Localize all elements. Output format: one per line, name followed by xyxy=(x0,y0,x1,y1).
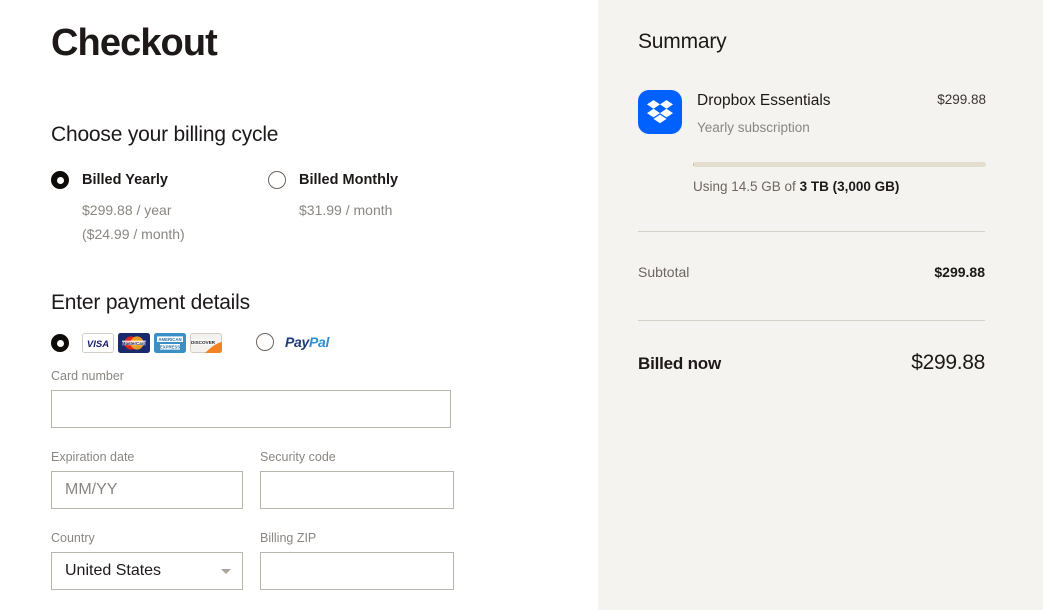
country-label: Country xyxy=(51,531,95,545)
discover-icon: DISCOVER xyxy=(190,333,222,353)
billing-option-monthly[interactable]: Billed Monthly $31.99 / month xyxy=(268,169,398,221)
radio-monthly-unselected-icon[interactable] xyxy=(268,171,286,189)
billing-option-monthly-row[interactable]: Billed Monthly xyxy=(268,169,398,191)
expiration-label: Expiration date xyxy=(51,450,135,464)
radio-yearly-selected-icon[interactable] xyxy=(51,171,69,189)
paypal-logo-pal: Pal xyxy=(309,334,330,350)
storage-usage-total: 3 TB (3,000 GB) xyxy=(799,179,900,194)
security-code-label: Security code xyxy=(260,450,336,464)
country-select-value[interactable]: United States xyxy=(51,552,243,590)
radio-card-selected-icon[interactable] xyxy=(51,334,69,352)
summary-plan-price: $299.88 xyxy=(937,92,986,107)
billing-cycle-heading: Choose your billing cycle xyxy=(51,123,279,146)
billing-option-yearly-note: ($24.99 / month) xyxy=(82,226,185,242)
summary-billed-now-value: $299.88 xyxy=(911,351,985,374)
summary-divider-top xyxy=(638,231,985,232)
billing-cycle-options: Billed Yearly $299.88 / year ($24.99 / m… xyxy=(51,169,521,279)
billing-zip-group: Billing ZIP xyxy=(260,530,454,590)
summary-billed-now-row: Billed now $299.88 xyxy=(638,351,985,375)
storage-usage-bar xyxy=(693,162,986,167)
dropbox-logo-icon xyxy=(638,90,682,134)
card-number-input[interactable] xyxy=(51,390,451,428)
country-select[interactable]: United States xyxy=(51,552,243,590)
expiration-security-row: Expiration date Security code xyxy=(51,449,521,509)
payment-method-paypal[interactable]: PayPal xyxy=(256,333,329,351)
radio-paypal-unselected-icon[interactable] xyxy=(256,333,274,351)
payment-method-card[interactable]: VISA MasterCard AMERICAN EXPRESS DISCOVE… xyxy=(51,333,222,353)
billing-option-yearly-price: $299.88 / year xyxy=(82,202,172,218)
mastercard-icon: MasterCard xyxy=(118,333,150,353)
summary-subtotal-value: $299.88 xyxy=(934,264,985,280)
billing-option-monthly-price: $31.99 / month xyxy=(299,202,393,218)
summary-plan-block: Dropbox Essentials Yearly subscription $… xyxy=(638,90,986,196)
summary-divider-bottom xyxy=(638,320,985,321)
expiration-input[interactable] xyxy=(51,471,243,509)
svg-text:DISCOVER: DISCOVER xyxy=(191,340,216,345)
svg-text:MasterCard: MasterCard xyxy=(122,341,146,346)
payment-form: Card number Expiration date Security cod… xyxy=(51,368,521,590)
svg-text:AMERICAN: AMERICAN xyxy=(158,337,181,342)
paypal-logo-pay: Pay xyxy=(285,334,310,350)
billing-cycle-section: Choose your billing cycle Billed Yearly … xyxy=(51,123,521,279)
summary-title: Summary xyxy=(638,30,727,53)
summary-billed-now-label: Billed now xyxy=(638,354,722,373)
summary-subtotal-row: Subtotal $299.88 xyxy=(638,264,985,280)
billing-option-yearly[interactable]: Billed Yearly $299.88 / year ($24.99 / m… xyxy=(51,169,185,245)
billing-option-yearly-label: Billed Yearly xyxy=(82,172,168,188)
card-number-group: Card number xyxy=(51,368,521,428)
billing-zip-label: Billing ZIP xyxy=(260,531,317,545)
payment-details-section: Enter payment details VISA MasterCard AM… xyxy=(51,291,521,357)
expiration-group: Expiration date xyxy=(51,449,243,509)
svg-text:VISA: VISA xyxy=(87,339,109,350)
storage-usage-text: Using 14.5 GB of 3 TB (3,000 GB) xyxy=(693,178,986,196)
country-zip-row: Country United States Billing ZIP xyxy=(51,530,521,590)
security-code-group: Security code xyxy=(260,449,454,509)
payment-details-heading: Enter payment details xyxy=(51,291,250,314)
svg-text:EXPRESS: EXPRESS xyxy=(160,345,180,350)
storage-usage-prefix: Using 14.5 GB of xyxy=(693,179,800,194)
storage-usage-fill xyxy=(693,162,695,167)
summary-subtotal-label: Subtotal xyxy=(638,264,690,280)
billing-option-monthly-label: Billed Monthly xyxy=(299,172,399,188)
billing-option-yearly-row[interactable]: Billed Yearly xyxy=(51,169,185,191)
card-number-label: Card number xyxy=(51,369,124,383)
summary-plan-name: Dropbox Essentials xyxy=(697,92,831,109)
summary-panel: Summary Dropbox Essentials Yearly subscr… xyxy=(598,0,1043,610)
country-group: Country United States xyxy=(51,530,243,590)
storage-usage: Using 14.5 GB of 3 TB (3,000 GB) xyxy=(693,162,986,196)
summary-plan-subtitle: Yearly subscription xyxy=(697,120,810,135)
billing-zip-input[interactable] xyxy=(260,552,454,590)
security-code-input[interactable] xyxy=(260,471,454,509)
american-express-icon: AMERICAN EXPRESS xyxy=(154,333,186,353)
summary-plan-row: Dropbox Essentials Yearly subscription $… xyxy=(638,90,986,137)
payment-method-options: VISA MasterCard AMERICAN EXPRESS DISCOVE… xyxy=(51,333,521,357)
visa-icon: VISA xyxy=(82,333,114,353)
summary-plan-text: Dropbox Essentials Yearly subscription xyxy=(697,90,937,137)
chevron-down-icon xyxy=(221,569,231,574)
card-brand-icons: VISA MasterCard AMERICAN EXPRESS DISCOVE… xyxy=(82,333,222,353)
paypal-logo-icon: PayPal xyxy=(285,334,329,350)
checkout-page: Checkout Choose your billing cycle Bille… xyxy=(0,0,1043,610)
checkout-main-panel: Checkout Choose your billing cycle Bille… xyxy=(0,0,598,610)
page-title: Checkout xyxy=(51,22,218,64)
